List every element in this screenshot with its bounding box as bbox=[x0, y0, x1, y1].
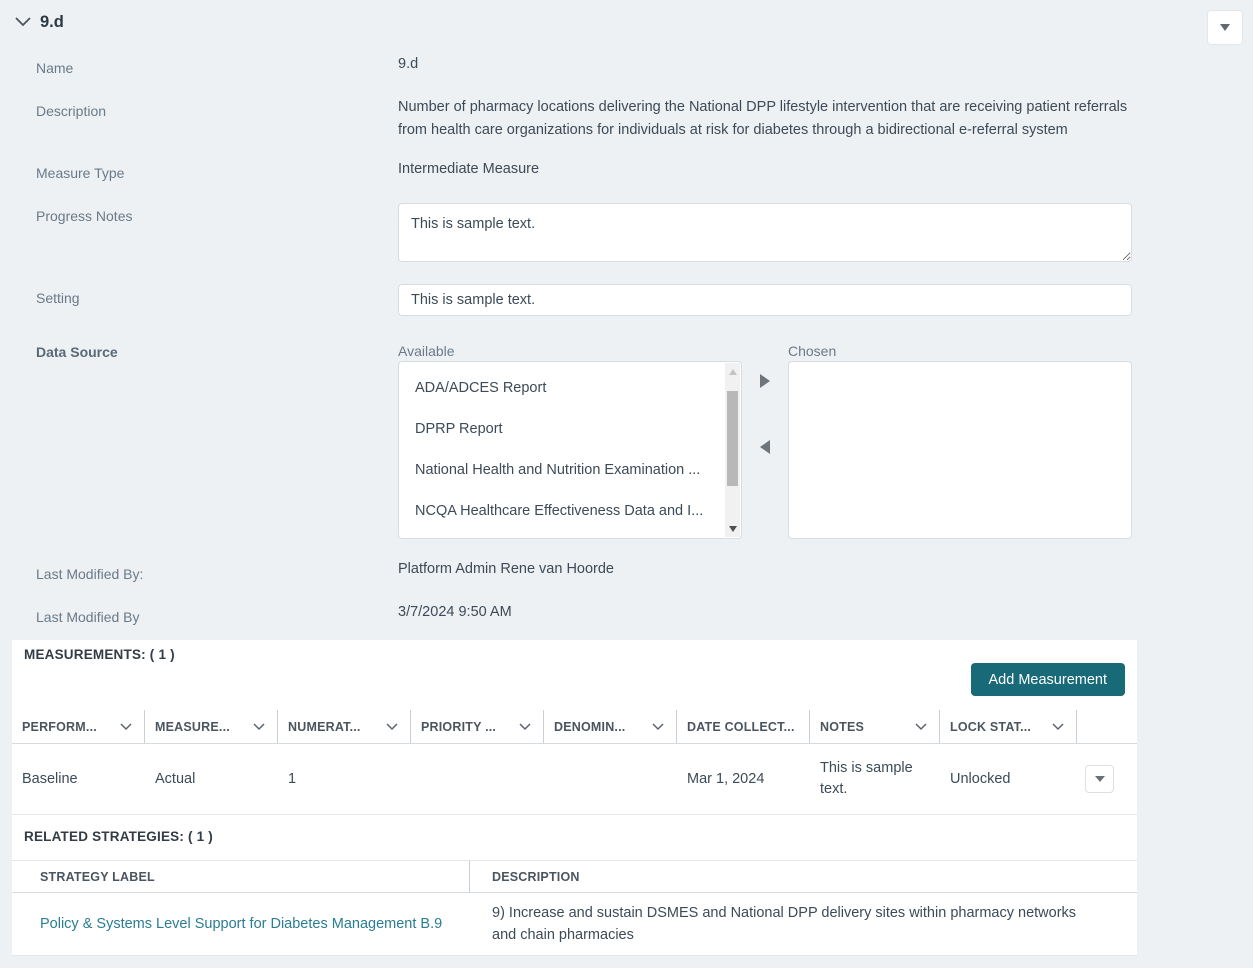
related-strategies-header: STRATEGY LABEL DESCRIPTION bbox=[12, 860, 1137, 893]
move-left-button[interactable] bbox=[760, 440, 770, 454]
cell-notes: This is sample text. bbox=[820, 760, 913, 797]
available-listbox[interactable]: ADA/ADCES Report DPRP Report National He… bbox=[398, 361, 742, 539]
data-source-label: Data Source bbox=[36, 344, 118, 360]
chevron-down-icon bbox=[915, 722, 927, 730]
measurement-row: Baseline Actual 1 Mar 1, 2024 This is sa… bbox=[12, 744, 1137, 815]
chosen-label: Chosen bbox=[788, 343, 837, 359]
column-header-actions bbox=[1077, 710, 1137, 743]
row-menu-button[interactable] bbox=[1085, 765, 1114, 793]
measure-type-label: Measure Type bbox=[36, 165, 125, 181]
header-menu-button[interactable] bbox=[1207, 10, 1243, 45]
measurements-table-header: PERFORM... MEASURE... NUMERAT... PRIORIT… bbox=[12, 710, 1137, 744]
column-header-measure[interactable]: MEASURE... bbox=[145, 710, 278, 743]
chevron-down-icon bbox=[253, 722, 265, 730]
last-modified-date-label: Last Modified By bbox=[36, 609, 140, 625]
column-header-denominator[interactable]: DENOMIN... bbox=[544, 710, 677, 743]
scroll-down-icon[interactable] bbox=[725, 520, 740, 537]
related-strategy-row: Policy & Systems Level Support for Diabe… bbox=[12, 893, 1137, 956]
strategy-description: 9) Increase and sustain DSMES and Nation… bbox=[492, 905, 1077, 943]
available-item[interactable]: NCQA Healthcare Effectiveness Data and I… bbox=[399, 491, 721, 532]
available-item[interactable]: National Health and Nutrition Examinatio… bbox=[399, 450, 721, 491]
setting-input[interactable] bbox=[398, 284, 1132, 316]
name-label: Name bbox=[36, 60, 74, 76]
cell-numerator: 1 bbox=[288, 770, 297, 787]
cell-measure: Actual bbox=[155, 770, 196, 787]
measurements-section-title: MEASUREMENTS: ( 1 ) bbox=[24, 647, 175, 662]
column-header-performance[interactable]: PERFORM... bbox=[12, 710, 145, 743]
setting-label: Setting bbox=[36, 290, 80, 306]
scroll-thumb[interactable] bbox=[727, 391, 738, 486]
column-header-numerator[interactable]: NUMERAT... bbox=[278, 710, 411, 743]
measurements-table: PERFORM... MEASURE... NUMERAT... PRIORIT… bbox=[12, 710, 1137, 815]
chevron-down-icon bbox=[386, 722, 398, 730]
progress-notes-textarea[interactable]: This is sample text. bbox=[398, 203, 1132, 262]
cell-actions bbox=[1077, 765, 1137, 793]
measure-type-value: Intermediate Measure bbox=[398, 161, 540, 177]
strategy-link[interactable]: Policy & Systems Level Support for Diabe… bbox=[40, 916, 442, 932]
cell-lock-status: Unlocked bbox=[950, 770, 1011, 787]
column-header-date-collected[interactable]: DATE COLLECT... bbox=[677, 710, 810, 743]
chosen-listbox[interactable] bbox=[788, 361, 1132, 539]
available-item[interactable]: DPRP Report bbox=[399, 409, 721, 450]
caret-down-icon bbox=[1094, 776, 1105, 782]
column-header-notes[interactable]: NOTES bbox=[810, 710, 940, 743]
progress-notes-label: Progress Notes bbox=[36, 208, 133, 224]
chevron-down-icon bbox=[1052, 722, 1064, 730]
last-modified-date-value: 3/7/2024 9:50 AM bbox=[398, 604, 512, 620]
scroll-up-icon[interactable] bbox=[725, 363, 740, 380]
column-header-lock-status[interactable]: LOCK STAT... bbox=[940, 710, 1077, 743]
measurements-panel: MEASUREMENTS: ( 1 ) Add Measurement PERF… bbox=[12, 640, 1137, 956]
chevron-down-icon bbox=[652, 722, 664, 730]
available-label: Available bbox=[398, 343, 455, 359]
last-modified-by-value: Platform Admin Rene van Hoorde bbox=[398, 561, 614, 577]
scrollbar[interactable] bbox=[725, 363, 740, 537]
cell-performance: Baseline bbox=[22, 770, 78, 787]
description-label: Description bbox=[36, 103, 107, 119]
chevron-down-icon bbox=[519, 722, 531, 730]
add-measurement-button[interactable]: Add Measurement bbox=[970, 663, 1125, 696]
column-header-priority[interactable]: PRIORITY ... bbox=[411, 710, 544, 743]
caret-down-icon bbox=[1220, 24, 1230, 31]
related-strategies-table: STRATEGY LABEL DESCRIPTION Policy & Syst… bbox=[12, 860, 1137, 956]
name-value: 9.d bbox=[398, 56, 419, 72]
description-value: Number of pharmacy locations delivering … bbox=[398, 99, 1128, 138]
collapse-chevron-icon[interactable] bbox=[14, 14, 32, 30]
column-header-description: DESCRIPTION bbox=[492, 869, 580, 884]
last-modified-by-label: Last Modified By: bbox=[36, 566, 144, 582]
move-right-button[interactable] bbox=[760, 374, 770, 388]
chevron-down-icon bbox=[120, 722, 132, 730]
section-title: 9.d bbox=[40, 13, 64, 31]
cell-date-collected: Mar 1, 2024 bbox=[687, 770, 765, 787]
available-item[interactable]: ADA/ADCES Report bbox=[399, 368, 721, 409]
related-strategies-section-title: RELATED STRATEGIES: ( 1 ) bbox=[24, 829, 214, 844]
column-header-strategy-label: STRATEGY LABEL bbox=[12, 861, 470, 892]
